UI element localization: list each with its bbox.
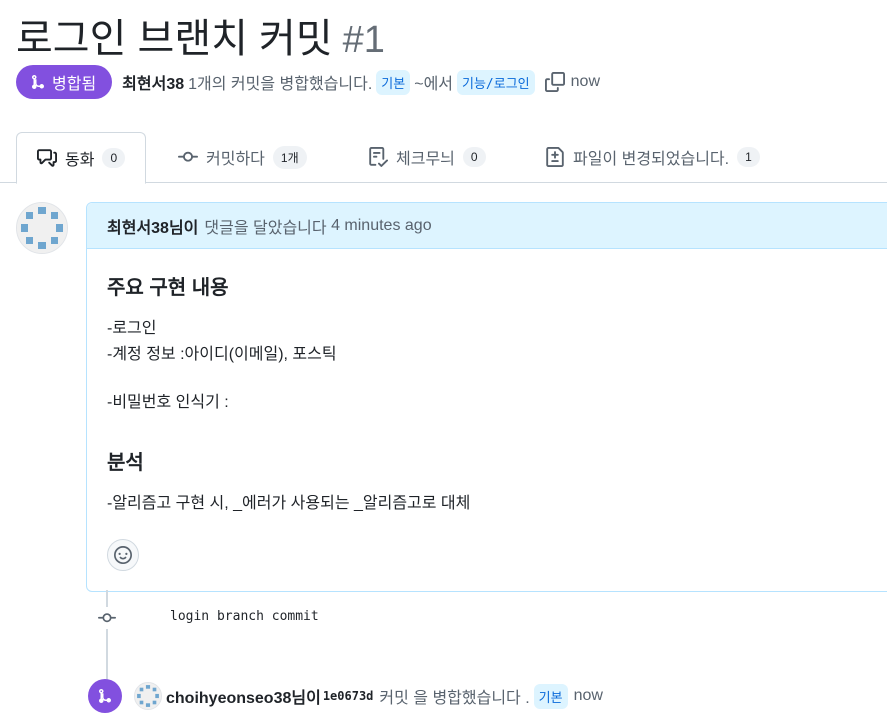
pr-author-link[interactable]: 최현서38 — [122, 70, 184, 94]
commit-sha-link[interactable]: 1e0673d — [323, 689, 374, 703]
merge-action-text: 커밋 을 병합했습니다 . — [379, 690, 530, 707]
pr-summary: 최현서38 1개의 커밋을 병합했습니다. 기본 ~에서 기능/로그인 now — [122, 69, 601, 95]
tab-commits[interactable]: 커밋하다 1개 — [178, 132, 307, 182]
comment-line: -비밀번호 인식기 : — [107, 394, 229, 411]
merge-user-avatar[interactable] — [134, 682, 162, 710]
comment-discussion-icon — [37, 149, 57, 167]
tab-counter: 0 — [462, 147, 486, 167]
pr-title: 로그인 브랜치 커밋 — [16, 17, 333, 61]
tab-conversation[interactable]: 동화 0 — [16, 132, 147, 184]
checklist-icon — [369, 147, 388, 167]
merged-state-badge: 병합됨 — [16, 65, 113, 99]
tab-label: 커밋하다 — [206, 151, 265, 168]
copy-icon[interactable] — [544, 72, 565, 92]
comment-heading: 주요 구현 내용 — [107, 277, 229, 299]
git-commit-icon — [98, 613, 116, 623]
merge-event-icon — [88, 679, 122, 713]
comment-body: 주요 구현 내용 -로그인 -계정 정보 :아이디(이메일), 포스틱 -비밀번… — [87, 271, 887, 517]
pr-meta-row: 병합됨 최현서38 1개의 커밋을 병합했습니다. 기본 ~에서 기능/로그인 … — [16, 64, 600, 100]
commit-message-link[interactable]: login branch commit — [170, 609, 319, 624]
git-commit-icon — [178, 151, 198, 162]
tab-label: 파일이 변경되었습니다. — [573, 151, 730, 168]
tab-label: 체크무늬 — [396, 151, 455, 168]
comment-line: -알리즘고 구현 시, _에러가 사용되는 _알리즘고로 대체 — [107, 495, 471, 512]
tab-counter: 1개 — [272, 145, 307, 169]
from-text: ~에서 — [414, 76, 454, 93]
base-branch-label[interactable]: 기본 — [376, 69, 411, 95]
comment-time[interactable]: 4 minutes ago — [331, 217, 432, 235]
pr-tabs: 동화 0 커밋하다 1개 체크무늬 0 파일이 변경되었습니다. 1 — [0, 132, 887, 184]
smiley-icon — [114, 546, 132, 564]
comment-card: 최현서38님이 댓글을 달았습니다 4 minutes ago 주요 구현 내용… — [86, 202, 887, 592]
identicon-image — [17, 203, 67, 253]
commit-event-icon — [96, 607, 118, 629]
merge-user-link[interactable]: choihyeonseo38님이 — [166, 684, 321, 708]
add-reaction-button[interactable] — [107, 539, 139, 571]
state-label: 병합됨 — [52, 76, 97, 93]
pr-summary-text: 1개의 커밋을 병합했습니다. — [188, 76, 373, 93]
comment-action: 댓글을 달았습니다 — [204, 219, 327, 237]
comment-author-link[interactable]: 최현서38님이 — [107, 214, 198, 238]
tab-counter: 1 — [737, 147, 760, 167]
comment-line: -로그인 — [107, 320, 157, 337]
git-merge-icon — [99, 689, 111, 703]
file-diff-icon — [546, 147, 564, 167]
merge-event: choihyeonseo38님이 1e0673d 커밋 을 병합했습니다 . 기… — [88, 679, 603, 713]
pr-number: #1 — [342, 19, 385, 61]
pr-title-row: 로그인 브랜치 커밋 #1 — [16, 6, 385, 64]
merge-time: now — [573, 687, 603, 704]
head-branch-label[interactable]: 기능/로그인 — [457, 69, 535, 95]
comment-line: -계정 정보 :아이디(이메일), 포스틱 — [107, 346, 337, 363]
tab-files-changed[interactable]: 파일이 변경되었습니다. 1 — [545, 132, 760, 182]
tab-counter: 0 — [102, 148, 126, 168]
author-avatar[interactable] — [16, 202, 68, 254]
tab-label: 동화 — [65, 152, 95, 169]
comment-header: 최현서38님이 댓글을 달았습니다 4 minutes ago — [87, 203, 887, 249]
merge-branch-label[interactable]: 기본 — [533, 683, 568, 709]
tab-checks[interactable]: 체크무늬 0 — [368, 132, 486, 182]
comment-heading: 분석 — [107, 452, 144, 474]
identicon-image — [135, 683, 161, 709]
git-merge-icon — [32, 75, 44, 89]
pr-time: now — [570, 73, 601, 90]
